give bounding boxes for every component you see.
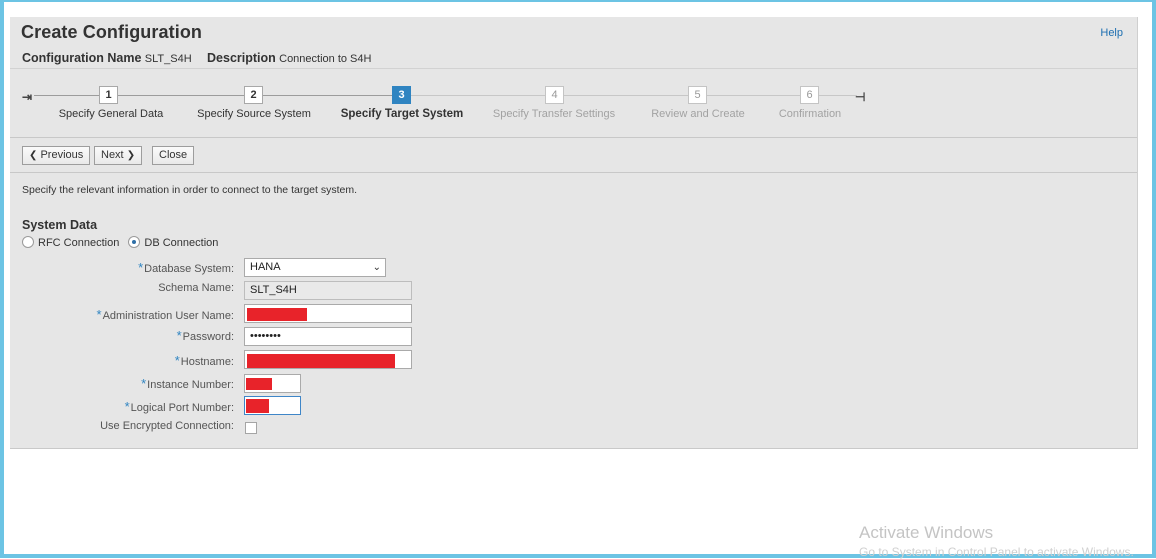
- step-5-label: Review and Create: [651, 108, 745, 120]
- chevron-down-icon: ⌄: [372, 262, 381, 273]
- admin-user-label: *Administration User Name:: [96, 307, 235, 322]
- next-button[interactable]: Next ❯: [94, 146, 143, 165]
- chevron-right-icon: ❯: [126, 150, 136, 161]
- hostname-label: *Hostname:: [174, 353, 234, 368]
- step-2-label[interactable]: Specify Source System: [197, 108, 311, 120]
- system-data-title: System Data: [22, 218, 98, 232]
- config-name-label: Configuration Name: [22, 51, 142, 65]
- db-connection-radio[interactable]: [128, 236, 141, 248]
- schema-name-label: Schema Name:: [158, 282, 234, 294]
- previous-button-label: Previous: [40, 149, 84, 161]
- redaction-mark: [247, 354, 395, 368]
- config-name-value: SLT_S4H: [144, 53, 192, 65]
- divider: [10, 172, 1137, 173]
- previous-button[interactable]: ❮ Previous: [22, 146, 91, 165]
- title-bar: Create Configuration Help: [10, 17, 1137, 47]
- roadmap-end-icon: ⊣: [855, 90, 866, 104]
- instance-number-label: *Instance Number:: [141, 376, 234, 391]
- step-1-label[interactable]: Specify General Data: [59, 108, 164, 120]
- configuration-panel: Create Configuration Help Configuration …: [10, 17, 1138, 449]
- step-3-label[interactable]: Specify Target System: [341, 108, 464, 120]
- divider: [10, 137, 1137, 138]
- step-4-label: Specify Transfer Settings: [492, 108, 616, 120]
- close-button-label: Close: [159, 149, 188, 161]
- database-system-label: *Database System:: [138, 260, 234, 275]
- redaction-mark: [246, 399, 269, 413]
- required-icon: *: [138, 260, 144, 275]
- page-title: Create Configuration: [21, 22, 203, 42]
- activate-windows-subtext: Go to System in Control Panel to activat…: [859, 545, 1134, 559]
- redaction-mark: [246, 378, 272, 390]
- roadmap-line: [34, 95, 402, 96]
- description-label: Description: [207, 51, 276, 65]
- roadmap-line-remaining: [402, 95, 857, 96]
- step-4-box: 4: [545, 86, 564, 104]
- hostname-input[interactable]: [244, 350, 412, 369]
- connection-type-group: RFC Connection DB Connection: [22, 236, 224, 249]
- step-6-label: Confirmation: [778, 108, 842, 120]
- password-label: *Password:: [176, 328, 234, 343]
- header-info: Configuration Name SLT_S4H Description C…: [22, 51, 383, 65]
- database-system-value: HANA: [250, 261, 281, 273]
- password-input[interactable]: ••••••••: [244, 327, 412, 346]
- help-link[interactable]: Help: [1100, 27, 1123, 39]
- required-icon: *: [174, 353, 180, 368]
- logical-port-label: *Logical Port Number:: [124, 399, 234, 414]
- schema-name-field: SLT_S4H: [244, 281, 412, 300]
- encrypted-connection-label: Use Encrypted Connection:: [100, 420, 234, 432]
- step-2-box[interactable]: 2: [244, 86, 263, 104]
- rfc-connection-radio[interactable]: [22, 236, 34, 248]
- activate-windows-watermark: Activate Windows: [859, 523, 994, 542]
- required-icon: *: [124, 399, 130, 414]
- roadmap: ⇥ ⊣ 1 Specify General Data 2 Specify Sou…: [10, 69, 1137, 137]
- step-6-box: 6: [800, 86, 819, 104]
- roadmap-start-icon: ⇥: [22, 90, 33, 104]
- instance-number-input[interactable]: [244, 374, 301, 393]
- encrypted-connection-checkbox[interactable]: [245, 422, 257, 434]
- step-5-box: 5: [688, 86, 707, 104]
- description-value: Connection to S4H: [279, 53, 372, 65]
- required-icon: *: [141, 376, 147, 391]
- close-button[interactable]: Close: [152, 146, 195, 165]
- step-1-box[interactable]: 1: [99, 86, 118, 104]
- required-icon: *: [96, 307, 102, 322]
- instruction-text: Specify the relevant information in orde…: [22, 184, 358, 196]
- step-3-box[interactable]: 3: [392, 86, 411, 104]
- chevron-left-icon: ❮: [29, 150, 38, 161]
- rfc-connection-label[interactable]: RFC Connection: [38, 237, 119, 249]
- required-icon: *: [176, 328, 182, 343]
- db-connection-label[interactable]: DB Connection: [144, 237, 218, 249]
- next-button-label: Next: [101, 149, 124, 161]
- logical-port-input[interactable]: [244, 396, 301, 415]
- redaction-mark: [247, 308, 307, 321]
- admin-user-input[interactable]: [244, 304, 412, 323]
- database-system-select[interactable]: HANA ⌄: [244, 258, 386, 277]
